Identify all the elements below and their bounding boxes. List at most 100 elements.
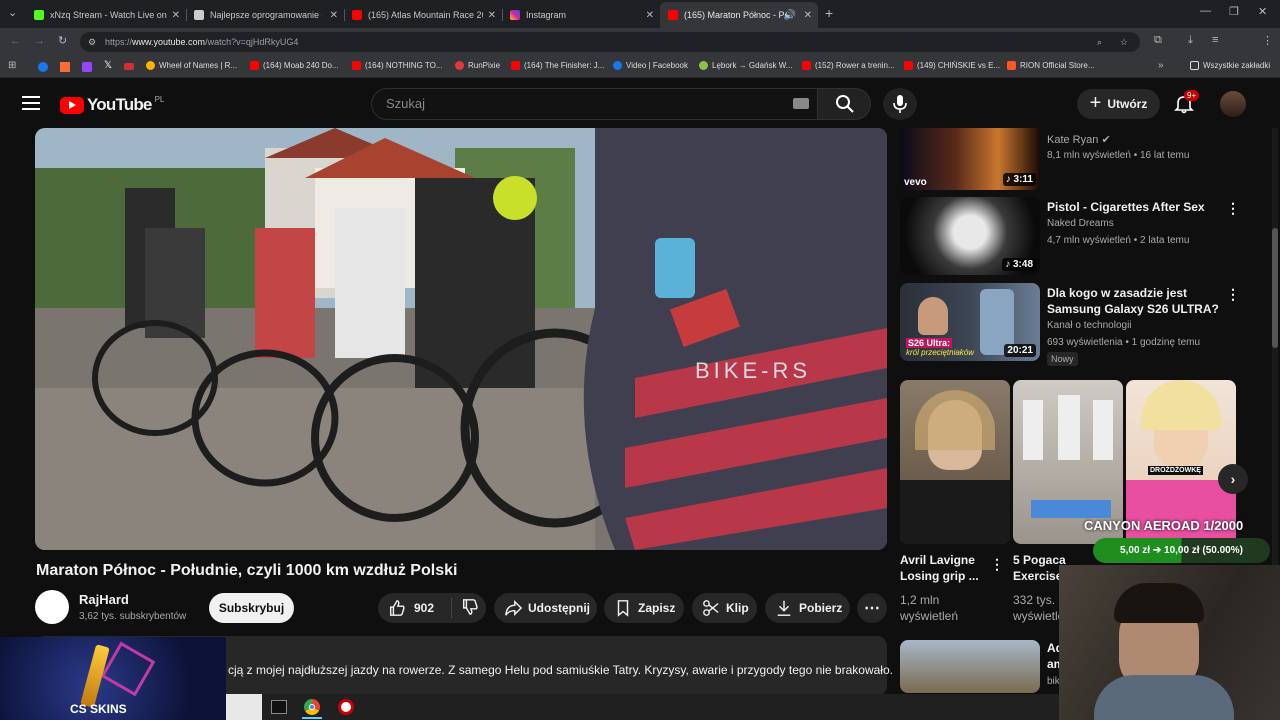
site-info-icon[interactable]: ⚙ — [88, 32, 96, 52]
facebook-icon[interactable] — [38, 62, 48, 72]
tab-1[interactable]: xNzq Stream - Watch Live on K ✕ — [26, 4, 187, 26]
bookmark-icon[interactable] — [124, 63, 134, 70]
verified-icon: ✔ — [1101, 134, 1111, 146]
user-avatar[interactable] — [1220, 91, 1246, 117]
share-button[interactable]: Udostępnij — [494, 593, 597, 623]
keyboard-icon[interactable] — [793, 98, 809, 109]
search-input[interactable]: Szukaj — [371, 88, 818, 120]
short-title[interactable]: Avril Lavigne Losing grip ... — [900, 552, 979, 584]
short-thumbnail[interactable] — [900, 380, 1010, 544]
more-vertical-icon[interactable]: ⋮ — [990, 556, 1004, 573]
window-close-icon[interactable]: ✕ — [1258, 5, 1267, 18]
bookmark-item[interactable]: (164) The Finisher: J... — [511, 61, 604, 70]
close-icon[interactable]: ✕ — [330, 10, 338, 21]
tab-search-icon[interactable]: ⌄ — [8, 6, 17, 19]
clip-button[interactable]: Klip — [692, 593, 757, 623]
bookmark-item[interactable]: (149) CHIŃSKIE vs E... — [904, 61, 1000, 70]
video-meta: 8,1 mln wyświetleń • 16 lat temu — [1047, 150, 1190, 161]
obs-icon[interactable] — [338, 699, 354, 715]
channel-avatar[interactable] — [35, 590, 69, 624]
video-player[interactable]: BIKE-RS — [35, 128, 887, 550]
all-bookmarks-folder[interactable]: Wszystkie zakładki — [1190, 61, 1270, 70]
video-channel[interactable]: Kate Ryan ✔ — [1047, 133, 1111, 146]
donation-progress-bar: 5,00 zł ➔ 10,00 zł (50.00%) — [1093, 538, 1270, 563]
youtube-logo[interactable]: YouTube PL — [60, 95, 164, 115]
download-icon[interactable]: ⤓ — [1188, 34, 1193, 47]
close-icon[interactable]: ✕ — [646, 10, 654, 21]
address-bar[interactable]: ⚙ https://www.youtube.com/watch?v=qjHdRk… — [80, 32, 1140, 52]
more-vertical-icon[interactable]: ⋮ — [1226, 200, 1240, 217]
video-thumbnail[interactable]: vevo ♪ 3:11 — [900, 128, 1040, 190]
bookmark-item[interactable]: (164) Moab 240 Do... — [250, 61, 339, 70]
back-icon[interactable]: ← — [10, 35, 21, 47]
video-title: Maraton Północ - Południe, czyli 1000 km… — [36, 562, 458, 579]
short-title[interactable]: 5 Pogaca Exercise — [1013, 552, 1066, 584]
save-button[interactable]: Zapisz — [604, 593, 684, 623]
video-thumbnail[interactable]: ♪ 3:48 — [900, 197, 1040, 275]
zoom-icon[interactable]: ⌕ — [1097, 32, 1102, 52]
x-icon[interactable]: 𝕏 — [104, 60, 112, 71]
search-button[interactable] — [817, 88, 871, 120]
video-channel[interactable]: bik — [1047, 676, 1060, 687]
more-vertical-icon[interactable]: ⋮ — [1226, 286, 1240, 303]
like-button[interactable]: 902 — [378, 598, 452, 618]
menu-icon[interactable]: ⋮ — [1262, 34, 1273, 47]
video-title[interactable]: Dla kogo w zasadzie jest Samsung Galaxy S… — [1047, 285, 1219, 317]
reload-icon[interactable]: ↻ — [58, 34, 67, 47]
more-actions-button[interactable]: ⋯ — [857, 593, 887, 623]
bookmark-item[interactable]: Wheel of Names | R... — [146, 61, 237, 70]
bookmark-item[interactable]: (152) Rower a trenin... — [802, 61, 895, 70]
maximize-icon[interactable]: ❐ — [1229, 5, 1239, 18]
subscribe-button[interactable]: Subskrybuj — [209, 593, 294, 623]
voice-search-button[interactable] — [883, 88, 917, 120]
video-channel[interactable]: Naked Dreams — [1047, 218, 1114, 229]
logo-text: YouTube — [87, 95, 152, 114]
terminal-icon[interactable] — [271, 700, 287, 714]
duration-badge: 20:21 — [1004, 344, 1036, 357]
video-title[interactable]: Pistol - Cigarettes After Sex — [1047, 199, 1205, 215]
notifications-button[interactable]: 9+ — [1174, 90, 1200, 119]
tab-label: (165) Maraton Północ - Poł — [684, 10, 788, 20]
dislike-button[interactable] — [452, 598, 479, 619]
taskbar-search[interactable] — [226, 694, 262, 720]
scrollbar-thumb[interactable] — [1272, 228, 1278, 348]
chevron-right-icon[interactable]: » — [1158, 60, 1164, 71]
tab-4[interactable]: Instagram ✕ — [502, 4, 660, 26]
tab-2[interactable]: Najlepsze oprogramowanie do ✕ — [186, 4, 345, 26]
apps-icon[interactable]: ⊞ — [8, 60, 16, 71]
speaker-icon[interactable]: 🔊 — [784, 10, 796, 21]
video-thumbnail[interactable]: S26 Ultra: król przeciętniaków 20:21 — [900, 283, 1040, 361]
share-icon — [505, 599, 522, 617]
like-dislike-group: 902 — [378, 593, 486, 623]
chrome-icon[interactable] — [304, 699, 320, 715]
close-icon[interactable]: ✕ — [488, 10, 496, 21]
tab-3[interactable]: (165) Atlas Mountain Race 2025 ✕ — [344, 4, 503, 26]
bookmark-item[interactable]: RunPixie — [455, 61, 500, 70]
extensions-icon[interactable]: ⧉ — [1154, 34, 1162, 47]
playlist-icon[interactable]: ≡ — [1212, 34, 1218, 46]
download-button[interactable]: Pobierz — [765, 593, 850, 623]
url-host: www.youtube.com — [132, 37, 206, 47]
new-tab-icon[interactable]: + — [825, 5, 833, 21]
close-icon[interactable]: ✕ — [804, 10, 812, 21]
bookmark-star-icon[interactable]: ☆ — [1120, 32, 1128, 52]
video-channel[interactable]: Kanał o technologii — [1047, 320, 1132, 331]
duration-badge: ♪ 3:11 — [1002, 173, 1036, 186]
bookmark-item[interactable]: Lębork → Gdańsk W... — [699, 61, 792, 70]
chevron-right-icon[interactable]: › — [1218, 464, 1248, 494]
tab-active[interactable]: (165) Maraton Północ - Poł 🔊 ✕ — [660, 2, 818, 28]
twitch-icon[interactable] — [82, 62, 92, 72]
bookmark-item[interactable]: RION Official Store... — [1007, 61, 1095, 70]
hamburger-menu-icon[interactable] — [22, 96, 40, 110]
bookmark-item[interactable]: (164) NOTHING TO... — [352, 61, 443, 70]
search-placeholder: Szukaj — [386, 96, 426, 111]
video-thumbnail[interactable] — [900, 640, 1040, 693]
donation-text: 5,00 zł ➔ 10,00 zł (50.00%) — [1120, 545, 1243, 556]
create-button[interactable]: + Utwórz — [1077, 89, 1160, 119]
close-icon[interactable]: ✕ — [172, 10, 180, 21]
channel-name[interactable]: RajHard — [79, 592, 129, 607]
forward-icon[interactable]: → — [34, 35, 45, 47]
bookmark-item[interactable]: Video | Facebook — [613, 61, 688, 70]
minimize-icon[interactable]: — — [1200, 5, 1211, 17]
bookmark-icon[interactable] — [60, 62, 70, 72]
